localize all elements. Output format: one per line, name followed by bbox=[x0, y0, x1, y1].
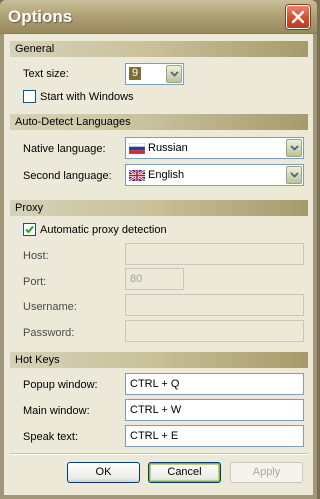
port-label: Port: bbox=[23, 276, 47, 288]
text-size-value: 9 bbox=[129, 67, 142, 80]
start-with-windows-label: Start with Windows bbox=[40, 91, 134, 103]
general-header: General bbox=[10, 41, 308, 57]
close-icon bbox=[291, 10, 305, 24]
divider bbox=[10, 453, 308, 455]
auto-proxy-label: Automatic proxy detection bbox=[40, 224, 167, 236]
second-language-label: Second language: bbox=[23, 170, 112, 182]
host-label: Host: bbox=[23, 250, 49, 262]
port-input[interactable]: 80 bbox=[125, 268, 184, 290]
username-input[interactable] bbox=[125, 294, 304, 316]
options-dialog: Options General Text size: 9 Start with … bbox=[0, 0, 317, 499]
dialog-body: General Text size: 9 Start with Windows … bbox=[4, 34, 313, 495]
apply-button[interactable]: Apply bbox=[230, 462, 303, 483]
dropdown-arrow-icon[interactable] bbox=[286, 139, 302, 157]
dropdown-arrow-icon[interactable] bbox=[166, 65, 182, 83]
checkmark-icon bbox=[25, 225, 34, 234]
second-language-value: English bbox=[148, 169, 185, 181]
auto-detect-header: Auto-Detect Languages bbox=[10, 114, 308, 130]
ok-button[interactable]: OK bbox=[67, 462, 140, 483]
second-language-select[interactable]: English bbox=[125, 164, 304, 186]
uk-flag-icon bbox=[129, 169, 145, 181]
main-window-hotkey-input[interactable]: CTRL + W bbox=[125, 399, 304, 421]
speak-text-hotkey-input[interactable]: CTRL + E bbox=[125, 425, 304, 447]
title-bar[interactable]: Options bbox=[0, 0, 317, 34]
start-with-windows-checkbox[interactable] bbox=[23, 90, 36, 103]
native-language-label: Native language: bbox=[23, 143, 106, 155]
username-label: Username: bbox=[23, 301, 77, 313]
popup-window-label: Popup window: bbox=[23, 379, 98, 391]
text-size-label: Text size: bbox=[23, 68, 69, 80]
cancel-button[interactable]: Cancel bbox=[148, 462, 221, 483]
native-language-value: Russian bbox=[148, 142, 188, 154]
auto-proxy-checkbox[interactable] bbox=[23, 223, 36, 236]
dropdown-arrow-icon[interactable] bbox=[286, 166, 302, 184]
popup-window-hotkey-input[interactable]: CTRL + Q bbox=[125, 373, 304, 395]
window-title: Options bbox=[8, 7, 73, 26]
main-window-label: Main window: bbox=[23, 405, 90, 417]
host-input[interactable] bbox=[125, 243, 304, 265]
native-language-select[interactable]: Russian bbox=[125, 137, 304, 159]
password-label: Password: bbox=[23, 327, 75, 339]
text-size-select[interactable]: 9 bbox=[125, 63, 184, 85]
speak-text-label: Speak text: bbox=[23, 431, 79, 443]
proxy-header: Proxy bbox=[10, 200, 308, 216]
password-input[interactable] bbox=[125, 320, 304, 342]
hotkeys-header: Hot Keys bbox=[10, 352, 308, 368]
russia-flag-icon bbox=[129, 142, 145, 154]
close-button[interactable] bbox=[286, 5, 310, 29]
